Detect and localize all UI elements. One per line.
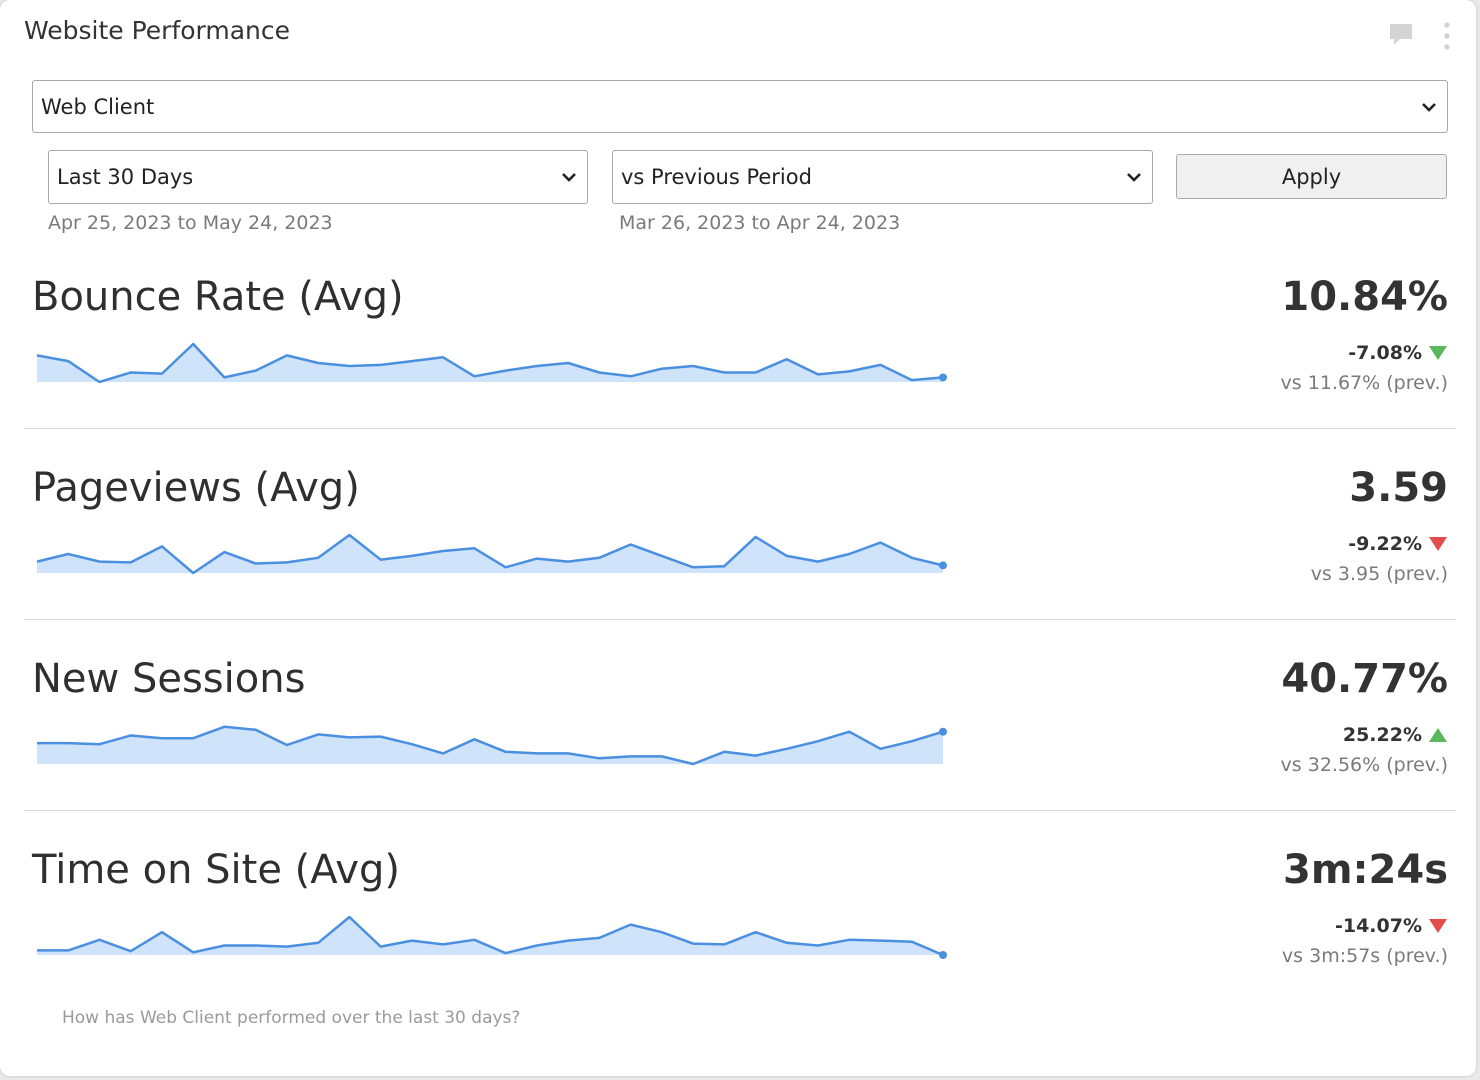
metric-change-value: 25.22% [1342,724,1422,746]
client-select-value: Web Client [41,94,155,119]
metric-previous: vs 3.95 (prev.) [1310,563,1448,585]
previous-date-range: Mar 26, 2023 to Apr 24, 2023 [619,212,900,234]
divider [24,428,1456,429]
sparkline-area [37,535,943,573]
trend-down-icon [1429,346,1447,360]
current-date-separator: to [177,212,197,234]
current-end-date: May 24, 2023 [202,212,333,234]
trend-up-icon [1429,728,1447,742]
metric-previous: vs 11.67% (prev.) [1280,372,1448,394]
divider [24,619,1456,620]
sparkline-end-point [939,373,947,382]
comment-icon[interactable] [1388,22,1414,48]
metric-change: 25.22% [1343,724,1448,746]
comparison-select-value: vs Previous Period [621,165,812,189]
metric-new-sessions: New Sessions 40.77% 25.22% vs 32.56% (pr… [24,654,1456,844]
previous-date-separator: to [751,212,771,234]
metric-value: 3m:24s [1283,847,1448,893]
sparkline-end-point [939,561,947,570]
metric-bounce-rate: Bounce Rate (Avg) 10.84% -7.08% vs 11.67… [24,272,1456,462]
metric-value: 10.84% [1281,274,1448,320]
chevron-down-icon [1127,173,1141,182]
previous-start-date: Mar 26, 2023 [619,212,746,234]
metric-change: -9.22% [1348,533,1448,555]
sparkline-pageviews [36,533,947,575]
metric-change-value: -7.08% [1348,342,1422,364]
metric-change-value: -9.22% [1348,533,1422,555]
sparkline-time-on-site [37,915,947,959]
date-range-select[interactable]: Last 30 Days [48,150,588,204]
current-start-date: Apr 25, 2023 [48,212,172,234]
current-date-range: Apr 25, 2023 to May 24, 2023 [48,212,333,234]
metric-change: -7.08% [1348,342,1448,364]
sparkline-end-point [939,951,947,959]
previous-end-date: Apr 24, 2023 [776,212,901,234]
apply-button[interactable]: Apply [1176,154,1447,199]
sparkline-area [37,917,943,955]
metric-value: 40.77% [1281,656,1448,702]
metric-value: 3.59 [1349,465,1448,511]
date-range-select-value: Last 30 Days [57,165,194,189]
comparison-select[interactable]: vs Previous Period [612,150,1153,204]
widget-footnote: How has Web Client performed over the la… [62,1008,521,1028]
metric-change: -14.07% [1335,915,1448,937]
metric-previous: vs 32.56% (prev.) [1280,754,1448,776]
chevron-down-icon [1422,102,1436,112]
metric-pageviews: Pageviews (Avg) 3.59 -9.22% vs 3.95 (pre… [24,463,1456,653]
client-select[interactable]: Web Client [32,80,1448,133]
sparkline-bounce-rate [36,342,947,384]
more-vertical-icon[interactable] [1440,20,1454,52]
widget-card: Website Performance Web Client Last 30 D… [0,0,1476,1076]
trend-down-icon [1429,537,1447,551]
metric-time-on-site: Time on Site (Avg) 3m:24s -14.07% vs 3m:… [24,845,1456,1035]
widget-title: Website Performance [24,16,291,45]
sparkline-new-sessions [37,725,947,766]
chevron-down-icon [562,173,576,182]
metric-previous: vs 3m:57s (prev.) [1281,945,1448,967]
sparkline-end-point [939,727,947,736]
trend-down-icon [1429,919,1447,933]
divider [24,810,1456,811]
metric-change-value: -14.07% [1334,915,1422,937]
